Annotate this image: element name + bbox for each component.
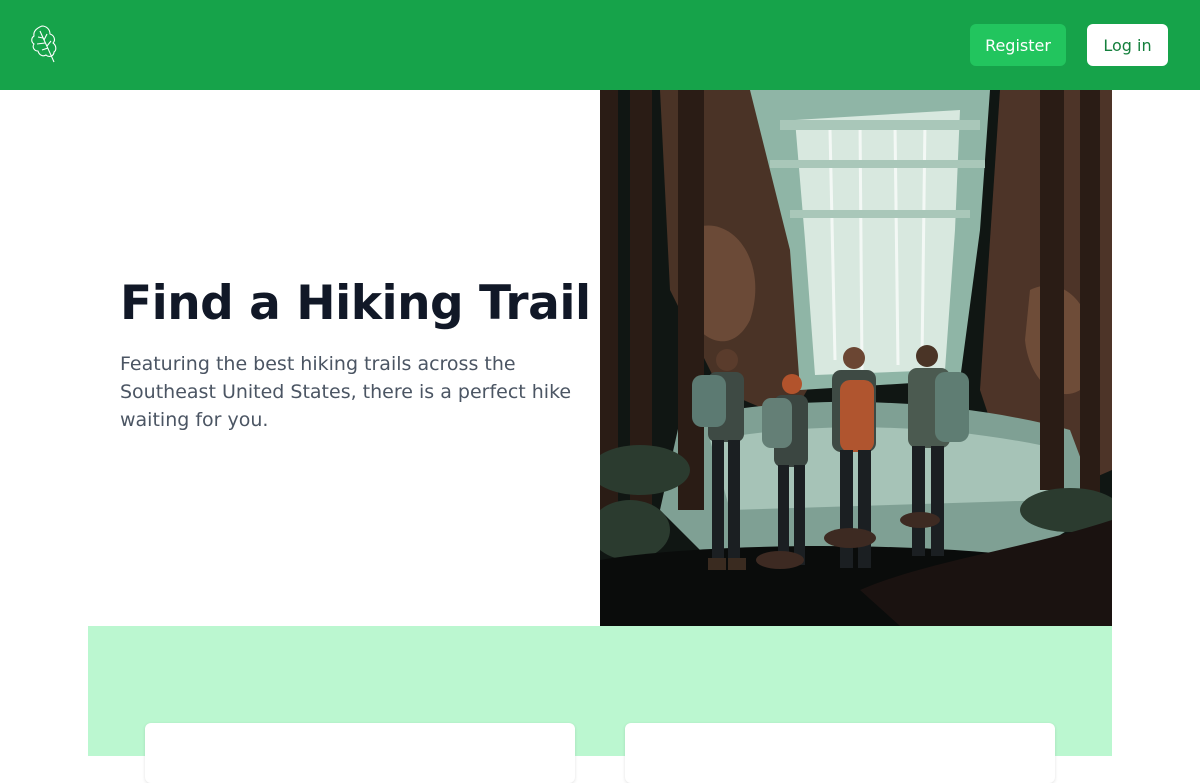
hero-image: [600, 90, 1112, 626]
login-button[interactable]: Log in: [1087, 24, 1168, 66]
top-nav-bar: Register Log in: [0, 0, 1200, 90]
hero-title: Find a Hiking Trail: [120, 276, 591, 331]
leaf-icon[interactable]: [28, 22, 60, 68]
features-section: [88, 626, 1112, 783]
register-button[interactable]: Register: [970, 24, 1066, 66]
feature-card[interactable]: [145, 723, 575, 783]
hero-subtitle: Featuring the best hiking trails across …: [120, 353, 572, 431]
feature-card[interactable]: [625, 723, 1055, 783]
